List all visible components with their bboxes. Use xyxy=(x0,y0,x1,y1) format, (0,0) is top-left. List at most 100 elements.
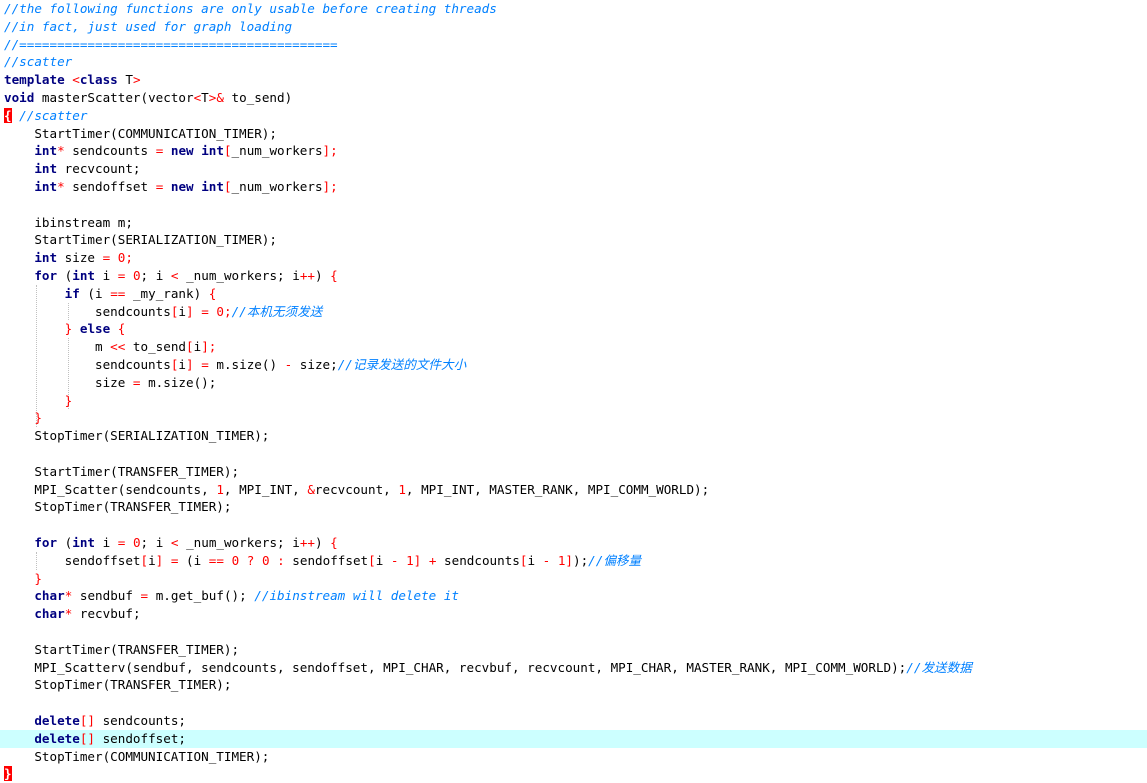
code-token-punct: [] xyxy=(79,730,96,746)
code-token-comment: //ibinstream will delete it xyxy=(254,588,459,604)
code-token-ident: sendcounts xyxy=(4,303,171,319)
code-line[interactable]: int size = 0; xyxy=(0,249,1147,267)
code-token-ident: StopTimer(TRANSFER_TIMER); xyxy=(4,499,232,515)
code-token-keyword: delete xyxy=(34,713,80,728)
code-line[interactable]: //scatter xyxy=(0,53,1147,71)
code-token-ident: i xyxy=(527,552,543,568)
code-token-ident xyxy=(4,588,34,603)
code-token-number: 1 xyxy=(398,481,406,497)
code-token-number: 0 xyxy=(216,303,224,319)
code-token-keyword: delete xyxy=(34,730,80,746)
code-token-punct: ]; xyxy=(322,143,338,159)
code-token-ident xyxy=(4,161,34,176)
code-line[interactable]: sendcounts[i] = m.size() - size;//记录发送的文… xyxy=(0,356,1147,374)
code-token-operator: == xyxy=(110,285,126,301)
code-line[interactable]: m << to_send[i]; xyxy=(0,338,1147,356)
code-line[interactable]: } xyxy=(0,392,1147,410)
code-token-ident: masterScatter(vector xyxy=(41,90,194,105)
code-line[interactable]: size = m.size(); xyxy=(0,374,1147,392)
code-line[interactable] xyxy=(0,445,1147,463)
code-token-ident xyxy=(421,553,429,568)
code-token-ident: ; i xyxy=(140,268,171,283)
code-token-number: 0 xyxy=(132,535,141,550)
code-token-ident: to_send xyxy=(125,339,186,355)
code-line[interactable]: } xyxy=(0,409,1147,427)
code-line[interactable] xyxy=(0,196,1147,214)
code-token-ident: StartTimer(TRANSFER_TIMER); xyxy=(4,463,240,479)
code-line[interactable]: StopTimer(TRANSFER_TIMER); xyxy=(0,676,1147,694)
code-line[interactable]: StopTimer(SERIALIZATION_TIMER); xyxy=(0,427,1147,445)
code-line[interactable]: template <class T> xyxy=(0,71,1147,89)
code-line[interactable]: StartTimer(TRANSFER_TIMER); xyxy=(0,463,1147,481)
code-line[interactable] xyxy=(0,623,1147,641)
code-line[interactable]: sendoffset[i] = (i == 0 ? 0 : sendoffset… xyxy=(0,552,1147,570)
code-line[interactable]: delete[] sendoffset; xyxy=(0,729,1147,748)
code-token-ident xyxy=(4,286,65,301)
code-token-keyword: template xyxy=(4,72,73,88)
code-token-ident xyxy=(4,250,34,265)
code-line[interactable]: { //scatter xyxy=(0,107,1147,125)
code-token-number: 0 xyxy=(261,552,270,568)
code-line[interactable]: StartTimer(TRANSFER_TIMER); xyxy=(0,641,1147,659)
code-line[interactable]: for (int i = 0; i < _num_workers; i++) { xyxy=(0,534,1147,552)
code-line[interactable]: char* sendbuf = m.get_buf(); //ibinstrea… xyxy=(0,587,1147,605)
code-line[interactable]: } else { xyxy=(0,320,1147,338)
code-token-punct: [ xyxy=(223,179,232,194)
code-line[interactable]: } xyxy=(0,765,1147,783)
code-token-ident: StartTimer(TRANSFER_TIMER); xyxy=(4,641,240,657)
code-line[interactable]: StartTimer(COMMUNICATION_TIMER); xyxy=(0,125,1147,143)
code-line[interactable]: //in fact, just used for graph loading xyxy=(0,18,1147,36)
code-line[interactable]: StartTimer(SERIALIZATION_TIMER); xyxy=(0,231,1147,249)
code-line[interactable]: int* sendoffset = new int[_num_workers]; xyxy=(0,178,1147,196)
code-line[interactable]: StopTimer(TRANSFER_TIMER); xyxy=(0,498,1147,516)
code-line[interactable]: ibinstream m; xyxy=(0,214,1147,232)
code-token-ident: size xyxy=(57,250,103,266)
code-token-ident: T xyxy=(125,72,133,88)
code-line[interactable]: MPI_Scatterv(sendbuf, sendcounts, sendof… xyxy=(0,659,1147,677)
code-line[interactable]: delete[] sendcounts; xyxy=(0,712,1147,730)
code-token-ident xyxy=(254,553,262,568)
code-token-punct: [ xyxy=(223,143,232,159)
code-token-punct: [ xyxy=(140,552,149,568)
code-line[interactable]: char* recvbuf; xyxy=(0,605,1147,623)
code-token-ident xyxy=(4,393,65,408)
code-line[interactable] xyxy=(0,694,1147,712)
code-token-ident: sendbuf xyxy=(72,588,141,604)
code-line[interactable]: void masterScatter(vector<T>& to_send) xyxy=(0,89,1147,107)
code-token-operator: = xyxy=(201,303,209,319)
code-token-keyword: int xyxy=(34,179,58,194)
code-token-ident xyxy=(4,713,34,728)
code-token-ident: StopTimer(SERIALIZATION_TIMER); xyxy=(4,428,270,444)
code-line[interactable] xyxy=(0,516,1147,534)
code-token-comment: //发送数据 xyxy=(906,659,972,675)
code-token-ident xyxy=(4,535,34,550)
code-line[interactable]: int recvcount; xyxy=(0,160,1147,178)
code-token-ident: ); xyxy=(573,552,589,568)
code-line[interactable]: for (int i = 0; i < _num_workers; i++) { xyxy=(0,267,1147,285)
code-editor[interactable]: //the following functions are only usabl… xyxy=(0,0,1147,782)
code-line[interactable]: //======================================… xyxy=(0,36,1147,54)
code-token-punct: } xyxy=(64,392,73,408)
code-token-comment: //偏移量 xyxy=(588,552,642,568)
code-token-ident xyxy=(270,553,278,568)
code-line[interactable]: } xyxy=(0,570,1147,588)
code-line[interactable]: StopTimer(COMMUNICATION_TIMER); xyxy=(0,748,1147,766)
code-line[interactable]: //the following functions are only usabl… xyxy=(0,0,1147,18)
code-token-punct: { xyxy=(208,285,217,301)
code-token-bracehl: } xyxy=(4,766,12,782)
code-line[interactable]: MPI_Scatter(sendcounts, 1, MPI_INT, &rec… xyxy=(0,481,1147,499)
code-line[interactable]: sendcounts[i] = 0;//本机无须发送 xyxy=(0,303,1147,321)
code-token-ident xyxy=(110,321,118,336)
code-token-ident xyxy=(163,179,171,194)
code-token-punct: { xyxy=(330,535,338,550)
code-line[interactable]: int* sendcounts = new int[_num_workers]; xyxy=(0,142,1147,160)
code-token-comment: //======================================… xyxy=(4,36,338,52)
code-token-keyword: for xyxy=(34,535,58,550)
code-line[interactable]: if (i == _my_rank) { xyxy=(0,285,1147,303)
code-token-ident: _num_workers xyxy=(231,143,323,159)
code-token-ident: i xyxy=(375,552,391,568)
code-token-ident: m.size() xyxy=(208,357,285,372)
code-token-keyword: int xyxy=(34,250,58,266)
code-token-comment: //记录发送的文件大小 xyxy=(337,357,467,372)
code-token-punct: { xyxy=(117,321,126,337)
